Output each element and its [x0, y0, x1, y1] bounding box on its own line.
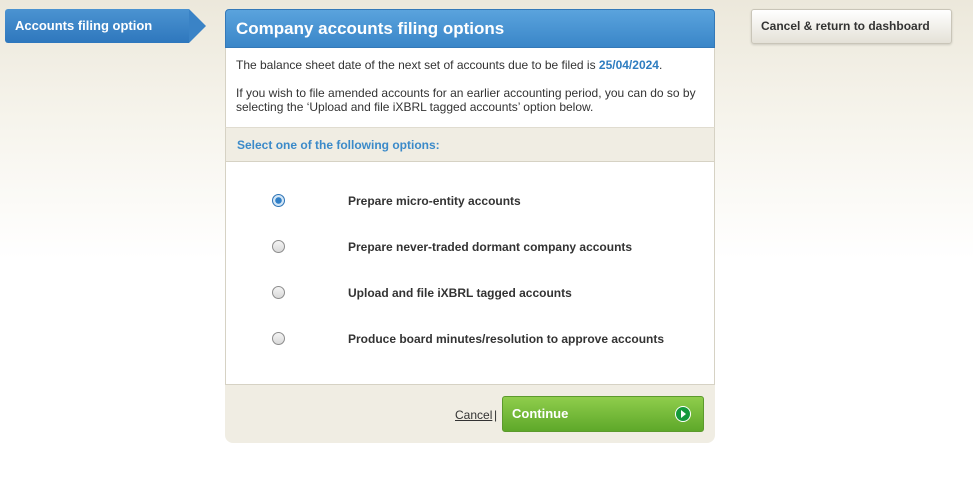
panel-title: Company accounts filing options: [225, 9, 715, 48]
option-label[interactable]: Produce board minutes/resolution to appr…: [348, 332, 664, 346]
due-date-value: 25/04/2024: [598, 58, 659, 72]
due-date-suffix: .: [658, 58, 663, 72]
option-label[interactable]: Prepare never-traded dormant company acc…: [348, 240, 632, 254]
select-prompt: Select one of the following options:: [225, 127, 715, 162]
amend-text: If you wish to file amended accounts for…: [236, 86, 696, 114]
radio-upload-ixbrl[interactable]: [272, 286, 285, 299]
due-date-prefix: The balance sheet date of the next set o…: [236, 58, 599, 72]
step-tab-accounts-filing-option: Accounts filing option: [5, 9, 206, 43]
option-micro-entity[interactable]: Prepare micro-entity accounts: [226, 190, 714, 214]
continue-label: Continue: [512, 406, 569, 421]
continue-button[interactable]: Continue: [502, 396, 704, 432]
option-label[interactable]: Prepare micro-entity accounts: [348, 194, 521, 208]
separator: |: [494, 408, 498, 422]
option-upload-ixbrl[interactable]: Upload and file iXBRL tagged accounts: [226, 282, 714, 306]
cancel-return-dashboard-button[interactable]: Cancel & return to dashboard: [751, 9, 952, 44]
panel-footer: Cancel | Continue: [225, 385, 715, 443]
radio-board-minutes[interactable]: [272, 332, 285, 345]
option-label[interactable]: Upload and file iXBRL tagged accounts: [348, 286, 572, 300]
option-dormant[interactable]: Prepare never-traded dormant company acc…: [226, 236, 714, 260]
filing-options-panel: Company accounts filing options The bala…: [225, 9, 715, 443]
radio-micro-entity[interactable]: [272, 194, 285, 207]
cancel-link[interactable]: Cancel: [455, 408, 492, 422]
due-date-text: The balance sheet date of the next set o…: [236, 58, 704, 72]
option-board-minutes[interactable]: Produce board minutes/resolution to appr…: [226, 328, 714, 352]
panel-intro: The balance sheet date of the next set o…: [225, 48, 715, 127]
radio-dormant[interactable]: [272, 240, 285, 253]
step-tab-label: Accounts filing option: [15, 18, 153, 33]
options-list: Prepare micro-entity accounts Prepare ne…: [225, 162, 715, 385]
arrow-right-circle-icon: [675, 406, 691, 422]
dashboard-button-label: Cancel & return to dashboard: [761, 19, 930, 33]
